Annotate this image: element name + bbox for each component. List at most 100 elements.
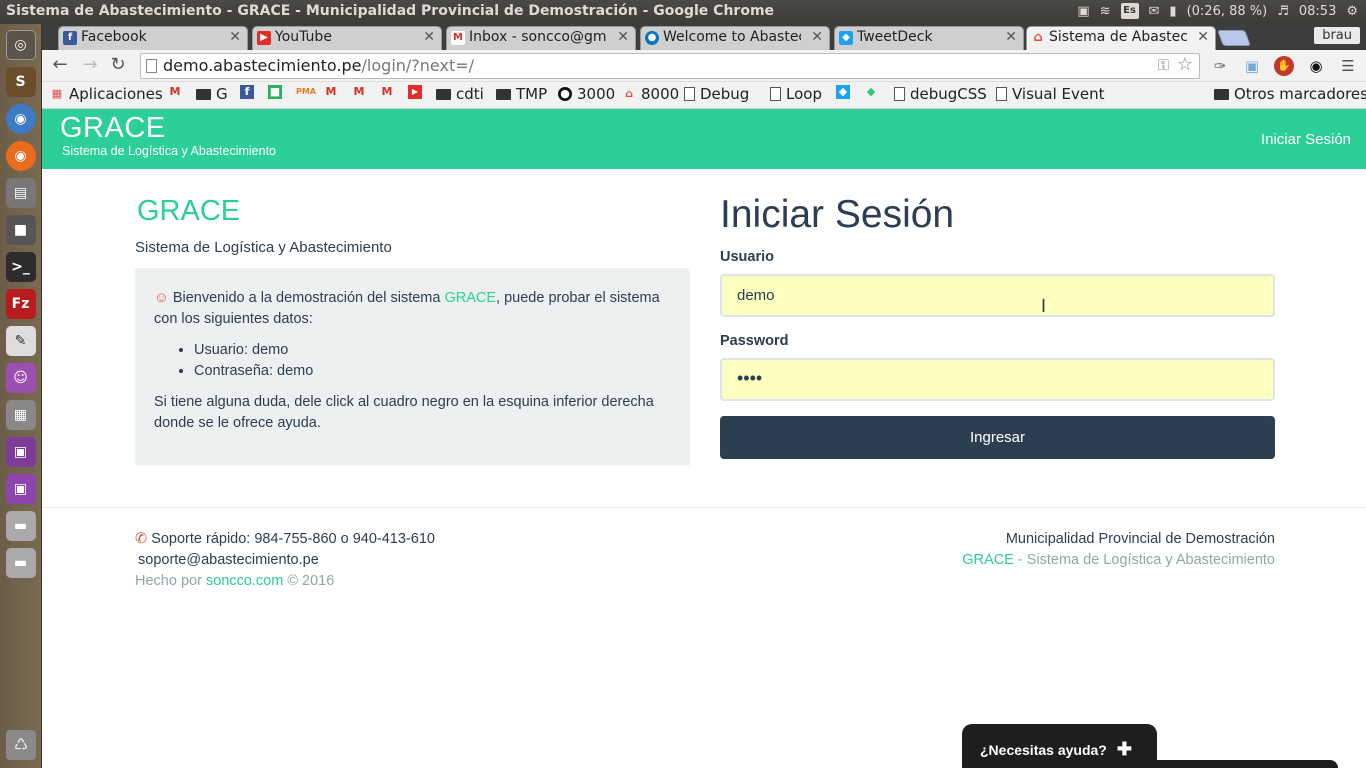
bookmark-facebook[interactable]: f [240, 85, 254, 99]
menu-icon[interactable]: ☰ [1338, 56, 1358, 76]
forward-arrow-icon[interactable]: → [78, 54, 102, 78]
files-icon[interactable]: ▤ [5, 178, 36, 208]
bookmark-tmp[interactable]: TMP [496, 85, 547, 103]
close-icon[interactable]: ✕ [1005, 29, 1017, 45]
sublime-icon[interactable]: S [5, 67, 36, 97]
drive-icon-2[interactable]: ▬ [5, 548, 36, 578]
bookmark-visual-event[interactable]: Visual Event [996, 85, 1105, 103]
tab-youtube[interactable]: ▶ YouTube ✕ [252, 26, 442, 50]
support-email[interactable]: soporte@abastecimiento.pe [135, 550, 435, 571]
media-icon[interactable]: ▣ [5, 474, 36, 504]
text-editor-icon[interactable]: ✎ [5, 326, 36, 356]
battery-icon[interactable]: ▮ [1169, 4, 1176, 19]
chrome-icon[interactable]: ◉ [5, 104, 36, 134]
pidgin-icon[interactable]: ☺ [5, 363, 36, 393]
house-icon: ⌂ [1033, 30, 1043, 45]
new-tab-button[interactable] [1217, 30, 1251, 46]
folder-icon [496, 88, 511, 100]
close-icon[interactable]: ✕ [617, 29, 629, 45]
bookmark-green[interactable]: ■ [268, 85, 282, 99]
drive-icon[interactable]: ▬ [5, 511, 36, 541]
page-icon [146, 59, 157, 73]
grace-link[interactable]: GRACE [962, 552, 1014, 568]
keyboard-layout[interactable]: Es [1120, 3, 1139, 19]
dash-icon[interactable]: ◎ [5, 30, 36, 60]
bookmark-pma[interactable]: PMA [296, 85, 316, 99]
bookmark-debugcss[interactable]: debugCSS [894, 85, 987, 103]
password-input[interactable]: •••• [720, 358, 1275, 401]
trash-icon[interactable]: ♺ [6, 730, 36, 760]
bookmark-other[interactable]: Otros marcadores [1214, 85, 1366, 103]
bookmark-star-icon[interactable]: ☆ [1177, 54, 1193, 75]
bookmark-label: Aplicaciones [69, 85, 163, 103]
username-input[interactable]: demo [720, 274, 1275, 317]
os-top-panel: Sistema de Abastecimiento - GRACE - Muni… [0, 0, 1366, 24]
reload-icon[interactable]: ↻ [106, 54, 130, 78]
screenshot-icon[interactable]: ▣ [5, 437, 36, 467]
bookmark-loop[interactable]: Loop [770, 85, 822, 103]
login-nav-link[interactable]: Iniciar Sesión [1261, 131, 1351, 148]
bookmark-youtube[interactable]: ▶ [408, 85, 422, 99]
drupal-icon: ● [645, 31, 659, 45]
bookmark-cdti[interactable]: cdti [436, 85, 484, 103]
mail-icon[interactable]: ✉ [1149, 4, 1160, 19]
address-bar[interactable]: demo.abastecimiento.pe/login/?next=/ ⚿ ☆ [140, 53, 1200, 79]
tweetdeck-icon: ◆ [839, 31, 853, 45]
camera-icon[interactable]: ▣ [1242, 56, 1262, 76]
list-item: Usuario: demo [194, 340, 671, 361]
bookmark-8000[interactable]: ⌂ 8000 [622, 85, 679, 103]
site-navbar: GRACE Sistema de Logística y Abastecimie… [42, 109, 1366, 169]
close-icon[interactable]: ✕ [811, 29, 823, 45]
eyedropper-icon[interactable]: ✑ [1210, 56, 1230, 76]
eye-icon[interactable]: ◉ [1306, 56, 1326, 76]
list-item: Contraseña: demo [194, 361, 671, 382]
welcome-text: ☺ Bienvenido a la demostración del siste… [154, 288, 671, 330]
volume-icon[interactable]: ♬ [1277, 4, 1289, 19]
terminal-icon[interactable]: >_ [5, 252, 36, 282]
bookmark-gmail-2[interactable]: M [324, 85, 338, 99]
bookmark-gmail-3[interactable]: M [352, 85, 366, 99]
bookmark-gmail-4[interactable]: M [380, 85, 394, 99]
submit-button[interactable]: Ingresar [720, 416, 1275, 459]
clock[interactable]: 08:53 [1299, 4, 1336, 19]
settings-gear-icon[interactable]: ⚙ [1346, 4, 1358, 19]
wifi-icon[interactable]: ≋ [1100, 4, 1111, 19]
credits: Hecho por soncco.com © 2016 [135, 571, 435, 592]
bookmark-label: TMP [516, 85, 548, 103]
battery-status[interactable]: (0:26, 88 %) [1187, 4, 1268, 19]
camera-indicator-icon[interactable]: ▣ [1077, 4, 1089, 19]
tab-sistema[interactable]: ⌂ Sistema de Abastecin ✕ [1026, 26, 1216, 50]
help-widget[interactable]: ¿Necesitas ayuda? ✚ [962, 724, 1157, 768]
filezilla-icon[interactable]: Fz [5, 289, 36, 319]
facebook-icon: f [240, 85, 254, 99]
tab-inbox[interactable]: M Inbox - soncco@gma ✕ [446, 26, 636, 50]
profile-button[interactable]: brau [1314, 27, 1360, 44]
tab-tweetdeck[interactable]: ◆ TweetDeck ✕ [834, 26, 1024, 50]
help-widget-bar[interactable] [1142, 760, 1338, 768]
bookmark-gmail[interactable]: M [168, 85, 182, 99]
lock-icon[interactable]: ■ [5, 215, 36, 245]
key-icon[interactable]: ⚿ [1158, 56, 1169, 74]
firefox-icon[interactable]: ◉ [5, 141, 36, 171]
back-arrow-icon[interactable]: ← [48, 54, 72, 78]
bookmark-label: 8000 [641, 85, 680, 103]
brand-logo[interactable]: GRACE [60, 112, 166, 145]
soncco-link[interactable]: soncco.com [206, 573, 283, 589]
bookmark-label: 3000 [577, 85, 616, 103]
bookmark-twitter[interactable]: ◆ [836, 85, 850, 99]
bookmark-feedly[interactable]: ◆ [864, 85, 878, 99]
close-icon[interactable]: ✕ [229, 29, 241, 45]
bookmark-apps[interactable]: ▦ Aplicaciones [50, 85, 163, 103]
bookmark-debug[interactable]: Debug [684, 85, 749, 103]
close-icon[interactable]: ✕ [423, 29, 435, 45]
adblock-icon[interactable]: ✋ [1274, 56, 1294, 76]
close-icon[interactable]: ✕ [1197, 29, 1209, 45]
calculator-icon[interactable]: ▦ [5, 400, 36, 430]
tab-facebook[interactable]: f Facebook ✕ [58, 26, 248, 50]
bookmark-3000[interactable]: ● 3000 [558, 85, 615, 103]
node-icon: ● [558, 87, 572, 101]
bookmark-g[interactable]: G [196, 85, 228, 103]
grace-highlight: GRACE [444, 290, 497, 306]
bookmark-label: cdti [456, 85, 484, 103]
tab-welcome[interactable]: ● Welcome to Abastec ✕ [640, 26, 830, 50]
